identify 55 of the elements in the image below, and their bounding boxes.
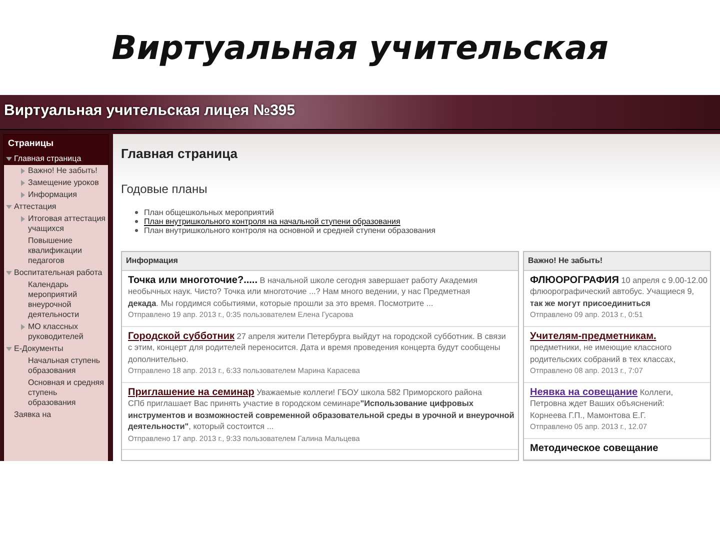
post-text: инструментов и возможностей современной образовательной среды в урочной и внеурочной <box>128 410 512 421</box>
section-heading: Годовые планы <box>121 180 208 198</box>
post-text: Петровна ждет Ваших объяснений: <box>530 398 666 410</box>
sidebar-item[interactable]: МО классных руководителей <box>18 320 108 342</box>
post-text: флюорографический автобус. Учащиеся 9, <box>530 286 696 298</box>
post-text: предметники, не имеющие классного <box>530 342 673 354</box>
plan-link[interactable]: План внутришкольного контроля на начальной ступени образования <box>144 216 400 226</box>
sidebar-item[interactable]: Основная и средняя ступень образования <box>18 376 108 408</box>
post-title-link[interactable]: Точка или многоточие?..... <box>128 274 258 286</box>
panel-title: Важно! Не забыть! <box>524 252 710 270</box>
sidebar-item[interactable]: Заявка на <box>4 408 108 420</box>
down-triangle-icon[interactable] <box>6 156 12 162</box>
post-title-link[interactable]: Приглашение на семинар <box>128 386 254 398</box>
post-text: В начальной школе сегодня завершает работу Академия <box>258 276 478 284</box>
sidebar-item[interactable]: Главная страница <box>4 152 108 164</box>
right-triangle-icon[interactable] <box>20 216 26 222</box>
sidebar-item[interactable]: Воспитательная работа <box>4 266 108 278</box>
sidebar-item[interactable]: Важно! Не забыть! <box>18 164 108 176</box>
slide-title: Виртуальная учительская <box>110 27 610 69</box>
post-text: 10 апреля с 9.00-12.00 <box>620 276 708 284</box>
post-title-link[interactable]: ФЛЮОРОГРАФИЯ <box>530 274 619 286</box>
post-text: СПб приглашает Вас принять участие в городском семинаре"Использование цифровых <box>128 398 474 410</box>
sidebar-item[interactable]: Начальная ступень образования <box>18 354 108 376</box>
post-text: декада. Мы гордимся событиями, которые прошли за это время. Посмотрите ... <box>128 298 434 309</box>
bullet-icon <box>135 210 138 214</box>
bullet-icon <box>135 228 138 232</box>
post-text: Корнеева Г.П., Мамонтова Е.Г. <box>530 410 647 421</box>
sidebar-item[interactable]: Аттестация <box>4 200 108 212</box>
sidebar-item[interactable]: Повышение квалификации педагогов <box>18 234 108 266</box>
post-text: так же могут присоединиться <box>530 298 652 309</box>
sidebar-item[interactable]: Итоговая аттестация учащихся <box>18 212 108 234</box>
panel-title: Информация <box>122 252 518 270</box>
post-text: с этим, концерт для родителей переносится. Дата и время проведения концерта будут сообщены <box>128 342 502 354</box>
sidebar-item[interactable]: Календарь мероприятий внеурочной деятельности <box>18 278 108 320</box>
post-title-link[interactable]: Учителям-предметникам. <box>530 330 656 342</box>
site-title: Виртуальная учительская лицея №395 <box>3 101 296 121</box>
bullet-icon <box>135 220 138 222</box>
page-title: Главная страница <box>121 145 238 163</box>
post-title-link[interactable]: Неявка на совещание <box>530 386 638 398</box>
post-text: необычных наук. Чисто? Точка или многоточие ...? Нам много ведении, у нас Предметная <box>128 286 472 298</box>
post-text: деятельности", который состоится ... <box>128 421 275 432</box>
sidebar-title: Страницы <box>4 135 108 152</box>
sidebar-item[interactable]: Е-Документы <box>4 342 108 354</box>
sidebar-item[interactable]: Информация <box>18 188 108 200</box>
post-text: 27 апреля жители Петербурга выйдут на городской субботник. В связи <box>236 332 506 340</box>
post-text: дополнительно. <box>128 354 190 365</box>
sidebar-item[interactable]: Замещение уроков <box>18 176 108 188</box>
post-text: родительских собраний в тех классах, <box>530 354 676 365</box>
right-triangle-icon[interactable] <box>20 324 26 330</box>
plan-link[interactable]: План внутришкольного контроля на основной и средней ступени образования <box>144 226 436 234</box>
post-text: Коллеги, <box>638 388 673 396</box>
plan-link[interactable]: План общешкольных мероприятий <box>144 208 274 216</box>
post-title-link[interactable]: Городской субботник <box>128 330 234 342</box>
post-text: Уважаемые коллеги! ГБОУ школа 582 Приморского района <box>256 388 482 396</box>
post-title-link[interactable]: Методическое совещание <box>530 442 658 454</box>
